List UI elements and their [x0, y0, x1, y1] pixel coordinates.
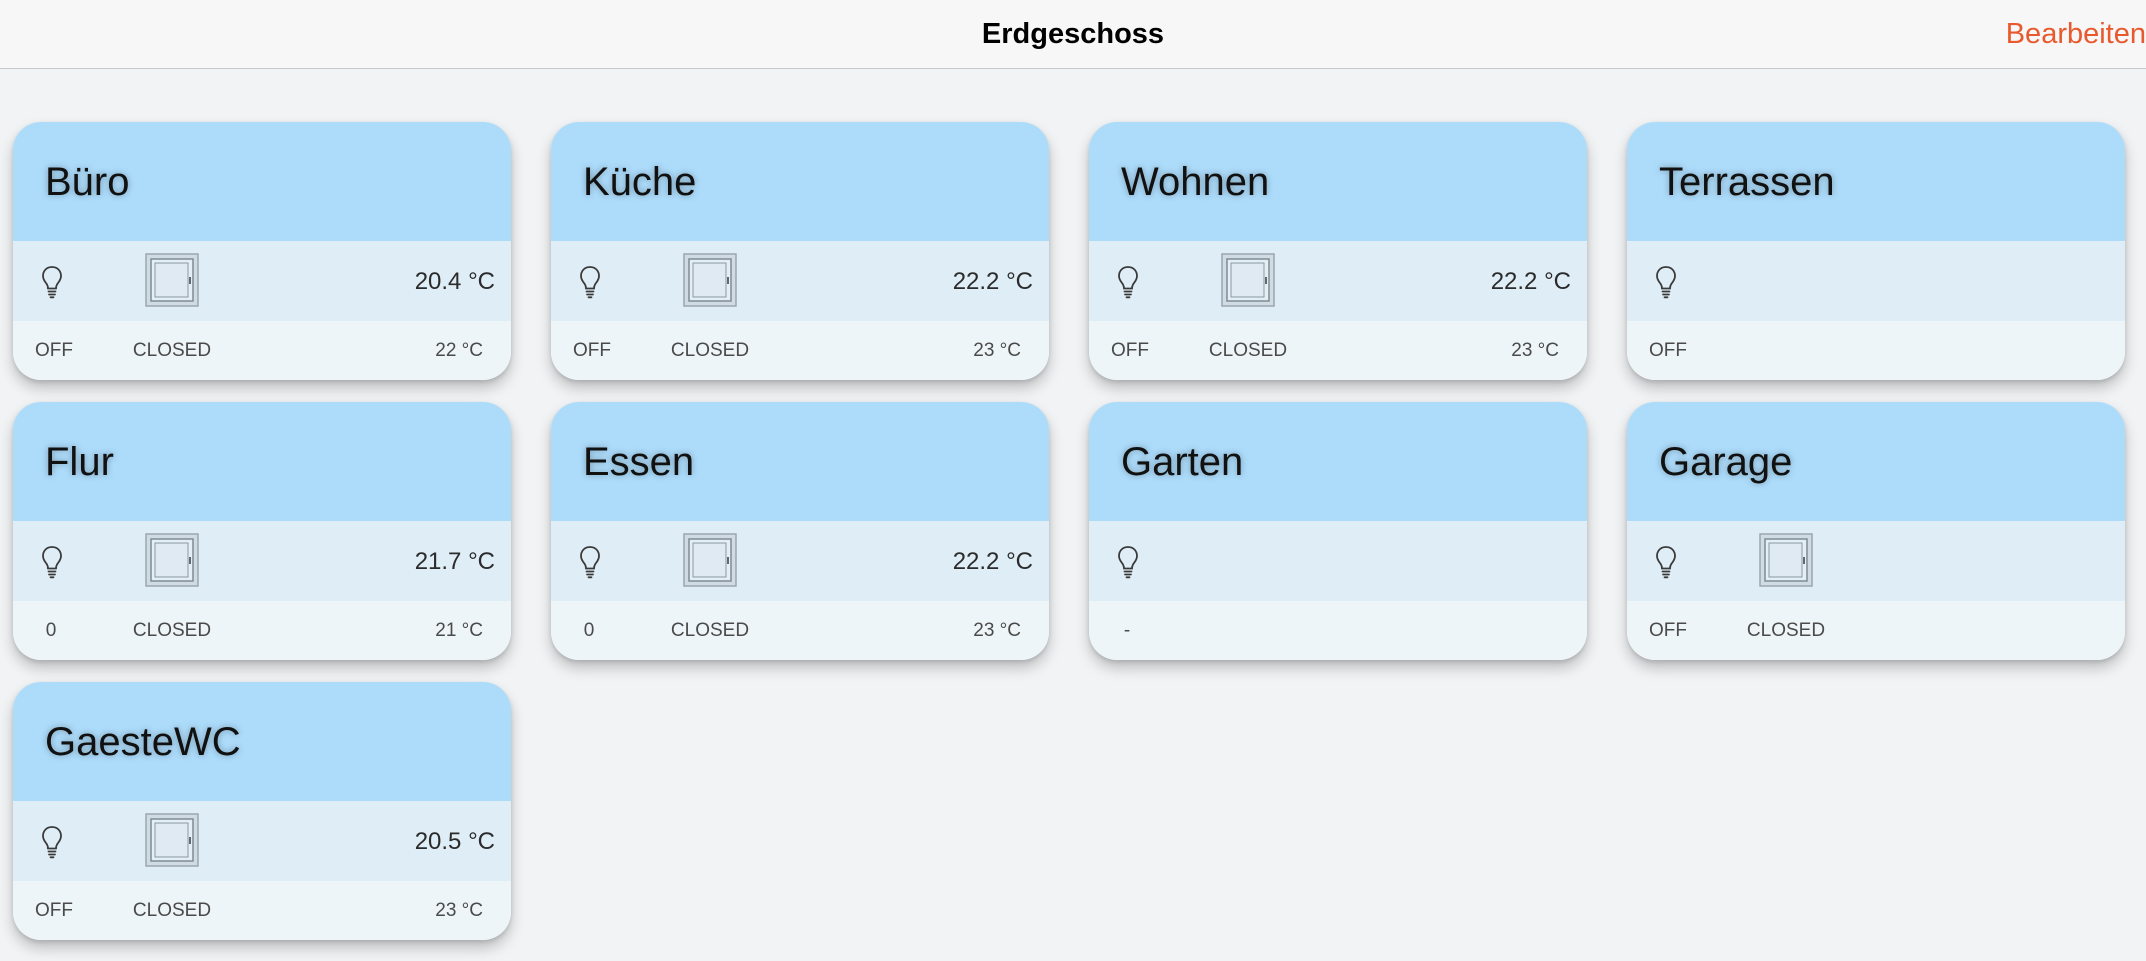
- window-icon[interactable]: [683, 253, 737, 307]
- room-name: Flur: [45, 440, 114, 484]
- room-card[interactable]: Küche 22.2 °C OFF CLOSED 23 °C: [551, 122, 1049, 380]
- room-name: Garage: [1659, 440, 1793, 484]
- room-card-footer: OFF CLOSED: [1627, 601, 2125, 660]
- room-card-header: Flur: [13, 402, 511, 521]
- room-card[interactable]: Wohnen 22.2 °C OFF CLOSED 23 °C: [1089, 122, 1587, 380]
- room-card[interactable]: Flur 21.7 °C 0 CLOSED 21 °C: [13, 402, 511, 660]
- light-state: OFF: [35, 900, 73, 921]
- room-card[interactable]: Garage OFF CLOSED: [1627, 402, 2125, 660]
- room-temperature: 22.2 °C: [952, 548, 1033, 575]
- temperature-setpoint: 22 °C: [435, 340, 483, 361]
- light-state: 0: [583, 620, 595, 641]
- room-card[interactable]: Garten -: [1089, 402, 1587, 660]
- light-state: OFF: [35, 340, 73, 361]
- room-card-header: Garten: [1089, 402, 1587, 521]
- room-card-header: Büro: [13, 122, 511, 241]
- room-card-status: 21.7 °C: [13, 521, 511, 601]
- room-temperature: 20.4 °C: [414, 268, 495, 295]
- room-card-status: [1627, 241, 2125, 321]
- room-card-status: [1089, 521, 1587, 601]
- room-card-footer: 0 CLOSED 23 °C: [551, 601, 1049, 660]
- window-state: CLOSED: [670, 340, 750, 361]
- room-card-status: 20.4 °C: [13, 241, 511, 321]
- window-state: CLOSED: [670, 620, 750, 641]
- temperature-setpoint: 23 °C: [973, 340, 1021, 361]
- edit-button[interactable]: Bearbeiten: [2006, 0, 2146, 68]
- temperature-setpoint: 21 °C: [435, 620, 483, 641]
- room-name: GaesteWC: [45, 720, 241, 764]
- window-state: CLOSED: [132, 340, 212, 361]
- room-temperature: 20.5 °C: [414, 828, 495, 855]
- temperature-setpoint: 23 °C: [435, 900, 483, 921]
- room-card-header: Terrassen: [1627, 122, 2125, 241]
- temperature-setpoint: 23 °C: [1511, 340, 1559, 361]
- room-card[interactable]: Terrassen OFF: [1627, 122, 2125, 380]
- lightbulb-icon[interactable]: [1116, 265, 1140, 299]
- room-grid: Büro 20.4 °C OFF CLOSED 22 °C Küche 22.2…: [13, 122, 2137, 940]
- lightbulb-icon[interactable]: [40, 825, 64, 859]
- lightbulb-icon[interactable]: [1654, 545, 1678, 579]
- room-card[interactable]: Büro 20.4 °C OFF CLOSED 22 °C: [13, 122, 511, 380]
- room-card-header: Garage: [1627, 402, 2125, 521]
- room-card[interactable]: Essen 22.2 °C 0 CLOSED 23 °C: [551, 402, 1049, 660]
- light-state: 0: [45, 620, 57, 641]
- window-state: CLOSED: [1208, 340, 1288, 361]
- room-name: Terrassen: [1659, 160, 1835, 204]
- window-state: CLOSED: [132, 900, 212, 921]
- room-card-footer: OFF CLOSED 22 °C: [13, 321, 511, 380]
- room-card-header: Essen: [551, 402, 1049, 521]
- lightbulb-icon[interactable]: [578, 545, 602, 579]
- room-card-status: 22.2 °C: [1089, 241, 1587, 321]
- light-state: -: [1123, 620, 1131, 641]
- window-icon[interactable]: [145, 533, 199, 587]
- window-state: CLOSED: [132, 620, 212, 641]
- room-card-status: 22.2 °C: [551, 241, 1049, 321]
- room-temperature: 22.2 °C: [952, 268, 1033, 295]
- room-card-footer: 0 CLOSED 21 °C: [13, 601, 511, 660]
- room-card[interactable]: GaesteWC 20.5 °C OFF CLOSED 23 °C: [13, 682, 511, 940]
- room-card-footer: OFF: [1627, 321, 2125, 380]
- window-icon[interactable]: [1221, 253, 1275, 307]
- window-icon[interactable]: [683, 533, 737, 587]
- room-card-footer: -: [1089, 601, 1587, 660]
- room-card-header: Küche: [551, 122, 1049, 241]
- lightbulb-icon[interactable]: [1654, 265, 1678, 299]
- window-icon[interactable]: [145, 253, 199, 307]
- room-card-header: Wohnen: [1089, 122, 1587, 241]
- room-card-status: 20.5 °C: [13, 801, 511, 881]
- room-card-status: 22.2 °C: [551, 521, 1049, 601]
- room-temperature: 21.7 °C: [414, 548, 495, 575]
- room-name: Garten: [1121, 440, 1244, 484]
- room-temperature: 22.2 °C: [1490, 268, 1571, 295]
- window-icon[interactable]: [145, 813, 199, 867]
- window-state: CLOSED: [1746, 620, 1826, 641]
- room-name: Küche: [583, 160, 697, 204]
- window-icon[interactable]: [1759, 533, 1813, 587]
- room-name: Büro: [45, 160, 130, 204]
- room-card-status: [1627, 521, 2125, 601]
- room-card-footer: OFF CLOSED 23 °C: [1089, 321, 1587, 380]
- lightbulb-icon[interactable]: [40, 265, 64, 299]
- room-name: Essen: [583, 440, 695, 484]
- room-card-footer: OFF CLOSED 23 °C: [551, 321, 1049, 380]
- light-state: OFF: [1649, 340, 1687, 361]
- light-state: OFF: [1111, 340, 1149, 361]
- temperature-setpoint: 23 °C: [973, 620, 1021, 641]
- room-card-header: GaesteWC: [13, 682, 511, 801]
- light-state: OFF: [573, 340, 611, 361]
- light-state: OFF: [1649, 620, 1687, 641]
- room-name: Wohnen: [1121, 160, 1270, 204]
- lightbulb-icon[interactable]: [40, 545, 64, 579]
- room-card-footer: OFF CLOSED 23 °C: [13, 881, 511, 940]
- lightbulb-icon[interactable]: [1116, 545, 1140, 579]
- top-bar: Erdgeschoss Bearbeiten: [0, 0, 2146, 69]
- page-title: Erdgeschoss: [981, 18, 1165, 50]
- lightbulb-icon[interactable]: [578, 265, 602, 299]
